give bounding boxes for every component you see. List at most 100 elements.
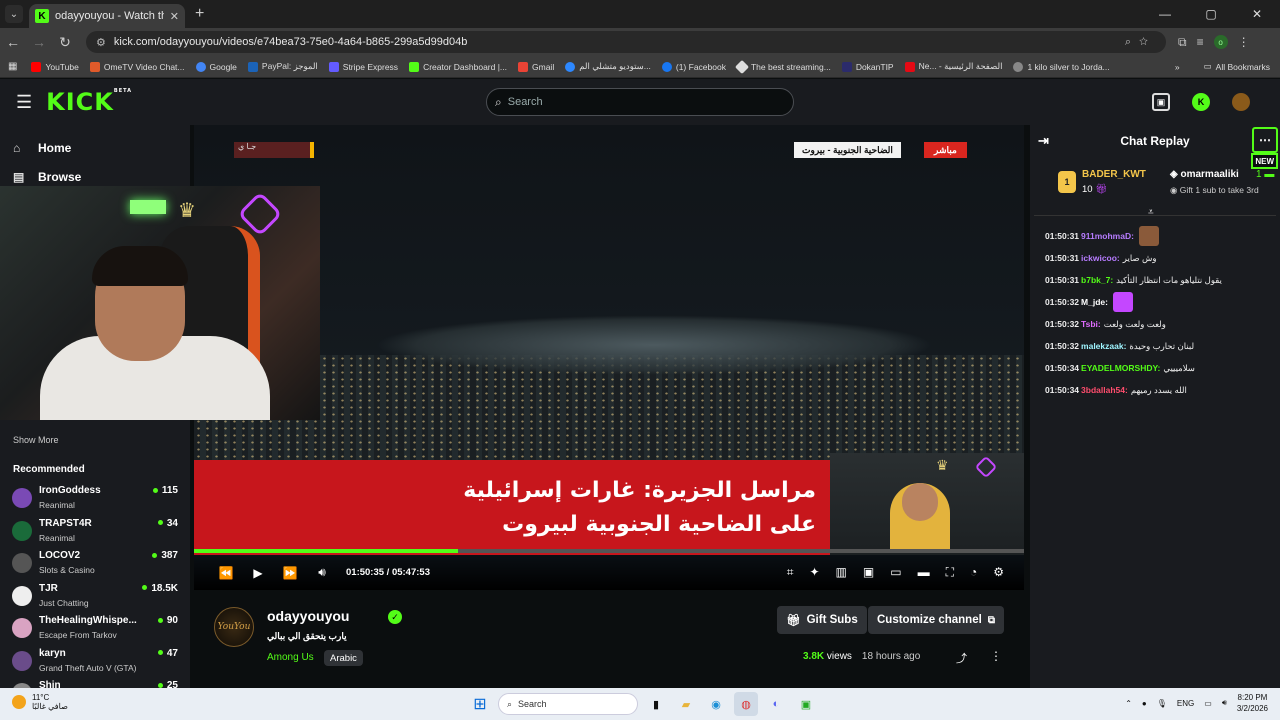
tab-search-button[interactable]: ⌄ (5, 5, 23, 23)
chat-username[interactable]: 911mohmaD: (1081, 231, 1134, 241)
close-tab-icon[interactable]: ✕ (170, 10, 179, 23)
extensions-icon[interactable]: ⧉ (1178, 35, 1187, 50)
gift-sub-prompt[interactable]: ◉ Gift 1 sub to take 3rd (1170, 185, 1259, 196)
bookmark-youtube[interactable]: YouTube (31, 61, 79, 72)
site-info-icon[interactable]: ⚙ (96, 36, 106, 49)
show-more-link[interactable]: Show More (13, 435, 59, 445)
mic-icon[interactable]: 🎙︎ (1157, 699, 1167, 708)
streamer-dashboard-icon[interactable]: ▣ (1152, 93, 1170, 111)
scroll-down-icon[interactable]: ⩡ (1148, 207, 1154, 218)
top-gifter-name[interactable]: BADER_KWT (1082, 169, 1146, 180)
gift-subs-button[interactable]: 🎁︎ Gift Subs (777, 606, 867, 634)
bookmark-creator-dashboard[interactable]: Creator Dashboard |... (409, 61, 507, 72)
recommended-channel-ironGoddess[interactable]: IronGoddess Reanimal 115 (12, 483, 178, 516)
share-icon[interactable]: ⤴ (956, 650, 967, 666)
search-input[interactable]: ⌕ Search (486, 88, 794, 116)
fast-forward-button[interactable]: ⏩ (274, 566, 306, 580)
collapse-chat-icon[interactable]: ⇥ (1038, 133, 1049, 149)
more-options-icon[interactable]: ⋮ (990, 649, 1002, 663)
settings-gear-icon[interactable]: ⚙ (993, 565, 1004, 580)
new-tab-button[interactable]: + (195, 5, 204, 23)
browser-menu-icon[interactable]: ⋮ (1238, 35, 1250, 49)
chat-username[interactable]: malekzaak: (1081, 341, 1126, 351)
mini-player-icon[interactable]: ▬ (918, 565, 930, 580)
bookmark-silver[interactable]: 1 kilo silver to Jorda... (1013, 61, 1110, 72)
recommended-channel-tjr[interactable]: TJR Just Chatting 18.5K (12, 581, 178, 614)
bookmark-stripe[interactable]: Stripe Express (328, 61, 398, 72)
sparkle-icon[interactable]: ✦ (809, 565, 819, 580)
rewind-button[interactable]: ⏪ (210, 566, 242, 580)
reading-list-icon[interactable]: ≡ (1197, 35, 1204, 49)
speed-icon[interactable]: ◔ (970, 565, 977, 580)
speaker-icon[interactable]: 🔊︎ (1222, 698, 1227, 708)
bookmark-google[interactable]: Google (195, 61, 237, 72)
close-window-button[interactable]: ✕ (1234, 0, 1280, 28)
recommended-channel-karyn[interactable]: karyn Grand Theft Auto V (GTA) 47 (12, 646, 178, 679)
chat-username[interactable]: M_jde: (1081, 297, 1108, 307)
recommended-channel-locov2[interactable]: LOCOV2 Slots & Casino 387 (12, 548, 178, 581)
chat-options-button[interactable]: ⋯ (1252, 127, 1278, 153)
edge-icon[interactable]: ◉ (704, 692, 728, 716)
apps-grid-icon[interactable]: ▦ (8, 61, 17, 72)
network-icon[interactable]: ▭ (1204, 699, 1212, 708)
bookmark-ometv[interactable]: OmeTV Video Chat... (89, 61, 185, 72)
fullscreen-icon[interactable]: ⛶ (946, 565, 954, 580)
customize-channel-button[interactable]: Customize channel ⧉ (868, 606, 1004, 634)
chat-username[interactable]: EYADELMORSHDY: (1081, 363, 1160, 373)
url-bar-actions[interactable]: ⌕☆ (1125, 36, 1156, 49)
category-link[interactable]: Among Us (267, 652, 314, 663)
kick-logo[interactable]: KICKBETA (46, 88, 132, 116)
minimize-button[interactable]: — (1142, 0, 1188, 28)
chat-username[interactable]: Tsbi: (1081, 319, 1101, 329)
chat-timestamp: 01:50:34 (1045, 363, 1080, 373)
play-button[interactable]: ▶ (242, 566, 274, 580)
taskbar-search[interactable]: ⌕ Search (498, 693, 638, 715)
bookmark-gmail[interactable]: Gmail (518, 61, 554, 72)
windows-start-icon[interactable]: ⊞ (468, 692, 492, 716)
url-bar[interactable]: ⚙ kick.com/odayyouyou/videos/e74bea73-75… (86, 31, 1166, 53)
chat-username[interactable]: ickwicoo: (1081, 253, 1120, 263)
maximize-button[interactable]: ▢ (1188, 0, 1234, 28)
sidebar-item-home[interactable]: ⌂ Home (0, 133, 190, 162)
stats-icon[interactable]: ▥ (836, 565, 847, 580)
clip-icon[interactable]: ⌗ (787, 565, 794, 580)
pip-icon[interactable]: ▣ (863, 565, 874, 580)
bookmark-dokantip[interactable]: DokanTIP (841, 61, 894, 72)
bookmark-paypal[interactable]: PayPal: الموجز (247, 61, 318, 72)
file-explorer-icon[interactable]: ▰ (674, 692, 698, 716)
chevron-up-icon[interactable]: ⌃ (1125, 699, 1132, 708)
bookmark-netflix[interactable]: Ne... - الصفحة الرئيسية (904, 61, 1002, 72)
language-tag[interactable]: Arabic (324, 650, 363, 666)
clock[interactable]: 8:20 PM 3/2/2026 (1237, 692, 1268, 714)
tray-app-icon[interactable]: ● (1142, 699, 1147, 708)
reload-button[interactable]: ↻ (52, 34, 78, 51)
kick-coin-icon[interactable]: K (1192, 93, 1210, 111)
channel-name[interactable]: odayyouyou (267, 608, 349, 624)
chat-username[interactable]: b7bk_7: (1081, 275, 1113, 285)
forward-button[interactable]: → (26, 34, 52, 50)
user-avatar[interactable] (1232, 93, 1250, 111)
channel-avatar[interactable]: YouYou (214, 607, 254, 647)
chat-username[interactable]: 3bdallah54: (1081, 385, 1128, 395)
theater-icon[interactable]: ▭ (890, 565, 901, 580)
weather-widget[interactable]: 11°C صافي غالبًا (12, 693, 68, 711)
browser-tab[interactable]: K odayyouyou - Watch the VOD o ✕ (29, 4, 185, 28)
bookmark-facebook[interactable]: (1) Facebook (661, 61, 726, 72)
recommended-channel-thehealingwhisper[interactable]: TheHealingWhispe... Escape From Tarkov 90 (12, 613, 178, 646)
back-button[interactable]: ← (0, 34, 26, 50)
discord-icon[interactable]: ◐ (764, 692, 788, 716)
more-bookmarks-icon[interactable]: » (1175, 62, 1180, 72)
app-icon[interactable]: ▣ (794, 692, 818, 716)
bookmark-meta-studio[interactable]: ستوديو متشلي الم... (565, 61, 651, 72)
input-language[interactable]: ENG (1177, 699, 1194, 708)
bookmark-streaming[interactable]: The best streaming... (734, 59, 831, 74)
task-view-icon[interactable]: ▮ (644, 692, 668, 716)
recommended-channel-trapst4r[interactable]: TRAPST4R Reanimal 34 (12, 516, 178, 549)
menu-hamburger-icon[interactable]: ☰ (16, 92, 32, 113)
all-bookmarks[interactable]: » ▭ All Bookmarks (1175, 61, 1270, 72)
seek-bar[interactable] (194, 549, 1024, 553)
profile-avatar[interactable]: o (1213, 35, 1228, 49)
second-gifter-name[interactable]: ◈ omarmaaliki (1170, 169, 1239, 180)
chrome-icon[interactable]: ◍ (734, 692, 758, 716)
volume-icon[interactable]: 🔊︎ (306, 565, 338, 580)
